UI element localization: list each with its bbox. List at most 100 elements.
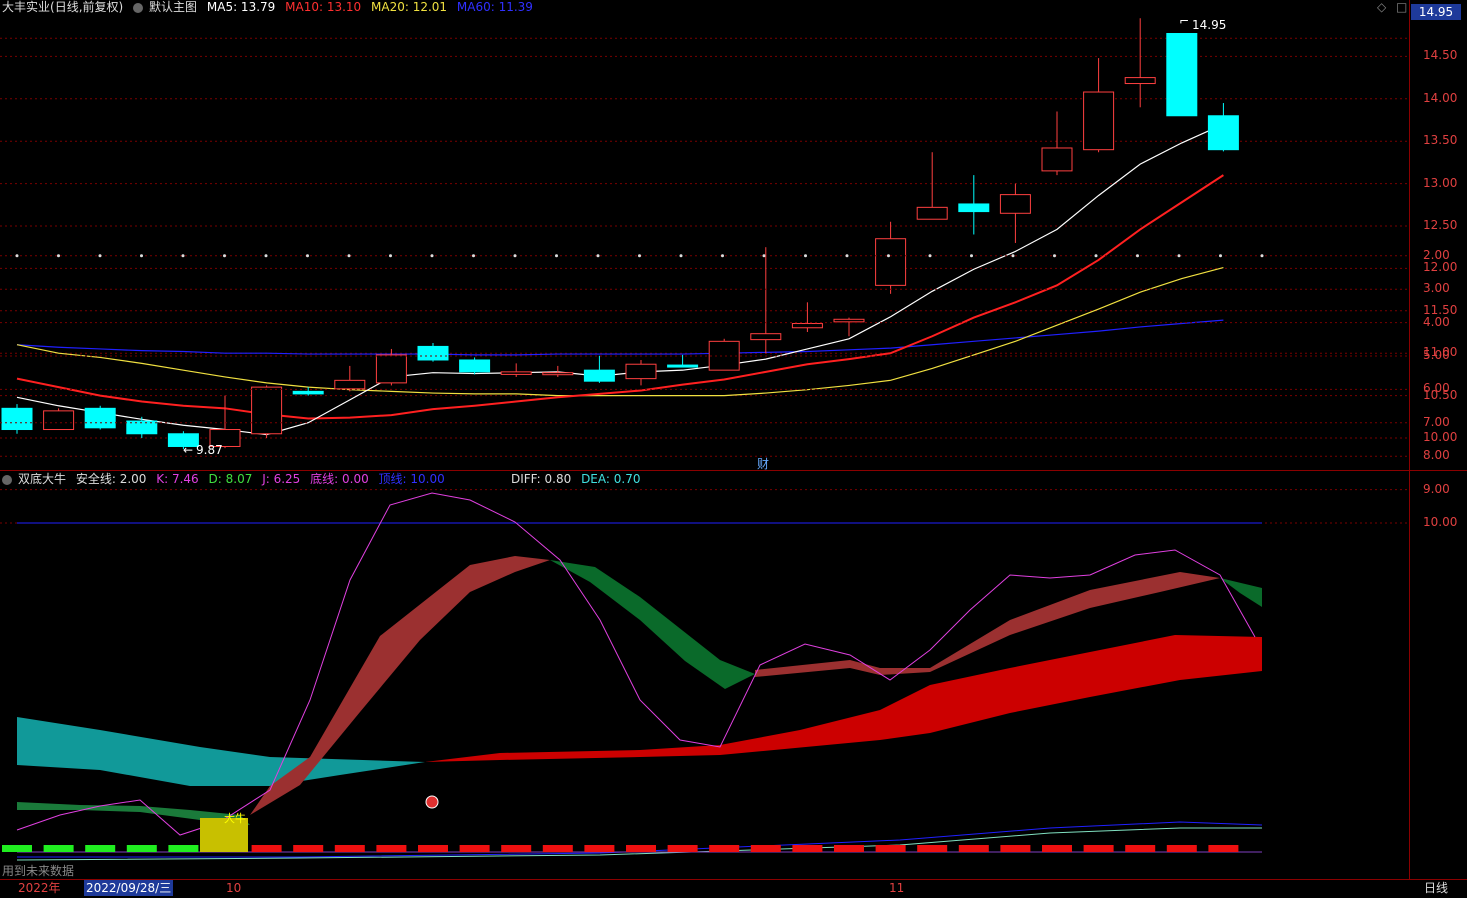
state-bar bbox=[834, 845, 864, 852]
state-bar bbox=[2, 845, 32, 852]
candle-body bbox=[1124, 77, 1156, 85]
safe-line-dot bbox=[1053, 254, 1056, 258]
settings-icon[interactable] bbox=[133, 2, 144, 13]
indicator-settings-icon[interactable] bbox=[2, 474, 12, 485]
stock-name: 大丰实业 bbox=[2, 0, 51, 14]
kd-band-down bbox=[550, 560, 755, 689]
safe-line-dot bbox=[1219, 254, 1222, 258]
time-axis[interactable]: 2022年 2022/09/28/三 10 11 日线 bbox=[0, 879, 1467, 898]
candle-body bbox=[417, 345, 449, 361]
square-icon[interactable]: □ bbox=[1396, 0, 1407, 14]
state-bar bbox=[792, 845, 823, 852]
state-bar bbox=[418, 845, 448, 852]
safe-line-dot bbox=[1011, 254, 1015, 258]
ma10-value: MA10: 13.10 bbox=[285, 0, 362, 14]
safe-line-dot bbox=[430, 254, 434, 258]
state-bar bbox=[376, 845, 407, 852]
cursor-date: 2022/09/28/三 bbox=[84, 880, 174, 896]
state-bar bbox=[917, 845, 948, 852]
safe-line-dot bbox=[1260, 254, 1264, 258]
candle-body bbox=[1166, 33, 1198, 117]
state-bar bbox=[126, 845, 157, 852]
k-value: K: 7.46 bbox=[156, 472, 199, 486]
state-bar bbox=[667, 845, 698, 852]
indicator-name[interactable]: 双底大牛 bbox=[18, 472, 66, 486]
diff-value: DIFF: 0.80 bbox=[511, 472, 572, 486]
candle-body bbox=[334, 379, 366, 390]
candle-body bbox=[542, 372, 574, 376]
state-bar bbox=[958, 845, 989, 852]
state-bar bbox=[334, 845, 365, 852]
candle-body bbox=[500, 371, 532, 375]
candle-body bbox=[375, 354, 407, 384]
safe-line-dot bbox=[264, 254, 268, 258]
panel-divider[interactable] bbox=[0, 470, 1467, 471]
state-bar bbox=[293, 845, 324, 852]
candle-body bbox=[750, 333, 782, 341]
candle-body bbox=[1083, 91, 1115, 151]
state-bar bbox=[709, 845, 740, 852]
state-bar bbox=[501, 845, 532, 852]
price-axis-divider bbox=[1409, 0, 1410, 880]
candle-body bbox=[791, 323, 823, 329]
state-bar bbox=[1208, 845, 1239, 852]
candle-body bbox=[708, 340, 740, 371]
candle-body bbox=[625, 363, 657, 380]
candlestick-series[interactable] bbox=[1, 18, 1239, 450]
ma20-line bbox=[16, 266, 1224, 397]
indicator-tick: 10.00 bbox=[1423, 515, 1458, 529]
candle-body bbox=[459, 359, 491, 373]
top-line-value: 顶线: 10.00 bbox=[378, 472, 445, 486]
state-bar bbox=[1166, 845, 1197, 852]
safe-line-dot bbox=[928, 254, 932, 258]
ma60-line bbox=[16, 319, 1224, 356]
price-tick: 14.50 bbox=[1423, 48, 1458, 63]
safe-line-dot bbox=[804, 254, 807, 258]
state-bar bbox=[1042, 845, 1072, 852]
diamond-icon[interactable]: ◇ bbox=[1377, 0, 1386, 14]
state-bar bbox=[542, 845, 573, 852]
indicator-tick: 2.00 bbox=[1423, 247, 1450, 262]
state-bar bbox=[1125, 845, 1156, 852]
d-value: D: 8.07 bbox=[208, 472, 253, 486]
ma60-value: MA60: 11.39 bbox=[456, 0, 533, 14]
safe-line-dot bbox=[15, 254, 19, 258]
safe-line-dot bbox=[762, 254, 766, 258]
safe-line-dot bbox=[555, 254, 558, 258]
candle-body bbox=[916, 206, 948, 220]
indicator-tick: 5.00 bbox=[1423, 348, 1450, 362]
candle-body bbox=[958, 203, 990, 213]
signal-ball-icon bbox=[425, 795, 439, 809]
main-chart-name[interactable]: 默认主图 bbox=[149, 0, 197, 14]
teal-band bbox=[17, 717, 425, 786]
state-bar bbox=[251, 845, 282, 852]
low-arrow-icon: ← bbox=[183, 443, 194, 457]
adjust-mode[interactable]: (日线,前复权) bbox=[50, 0, 123, 14]
safe-line-dot bbox=[1136, 254, 1139, 258]
state-bar bbox=[584, 845, 615, 852]
state-bar bbox=[626, 845, 656, 852]
bottom-line-value: 底线: 0.00 bbox=[310, 472, 369, 486]
candle-body bbox=[999, 194, 1031, 214]
state-bar bbox=[875, 845, 906, 852]
state-bar bbox=[85, 845, 116, 852]
indicator-header: 双底大牛 安全线: 2.00 K: 7.46 D: 8.07 J: 6.25 底… bbox=[2, 472, 451, 486]
candle-body bbox=[583, 369, 615, 382]
safe-line-value: 安全线: 2.00 bbox=[75, 472, 147, 486]
candle-body bbox=[1, 407, 33, 431]
period-selector[interactable]: 日线 bbox=[1424, 880, 1448, 896]
safe-line-dot bbox=[181, 254, 185, 258]
financial-report-marker[interactable]: 财 bbox=[757, 457, 769, 471]
candle-body bbox=[43, 410, 75, 431]
month-november: 11 bbox=[889, 881, 905, 895]
indicator-bars bbox=[2, 818, 1239, 852]
safe-line-dot bbox=[98, 254, 102, 258]
price-tick: 14.00 bbox=[1423, 90, 1458, 105]
safe-line-dot bbox=[845, 254, 849, 258]
safe-line-dot bbox=[721, 254, 724, 258]
current-price-tag: 14.95 bbox=[1411, 4, 1461, 20]
dea-value: DEA: 0.70 bbox=[581, 472, 641, 486]
candle-body bbox=[875, 238, 907, 286]
future-data-note: 用到未来数据 bbox=[2, 864, 75, 878]
state-bar bbox=[168, 845, 199, 852]
